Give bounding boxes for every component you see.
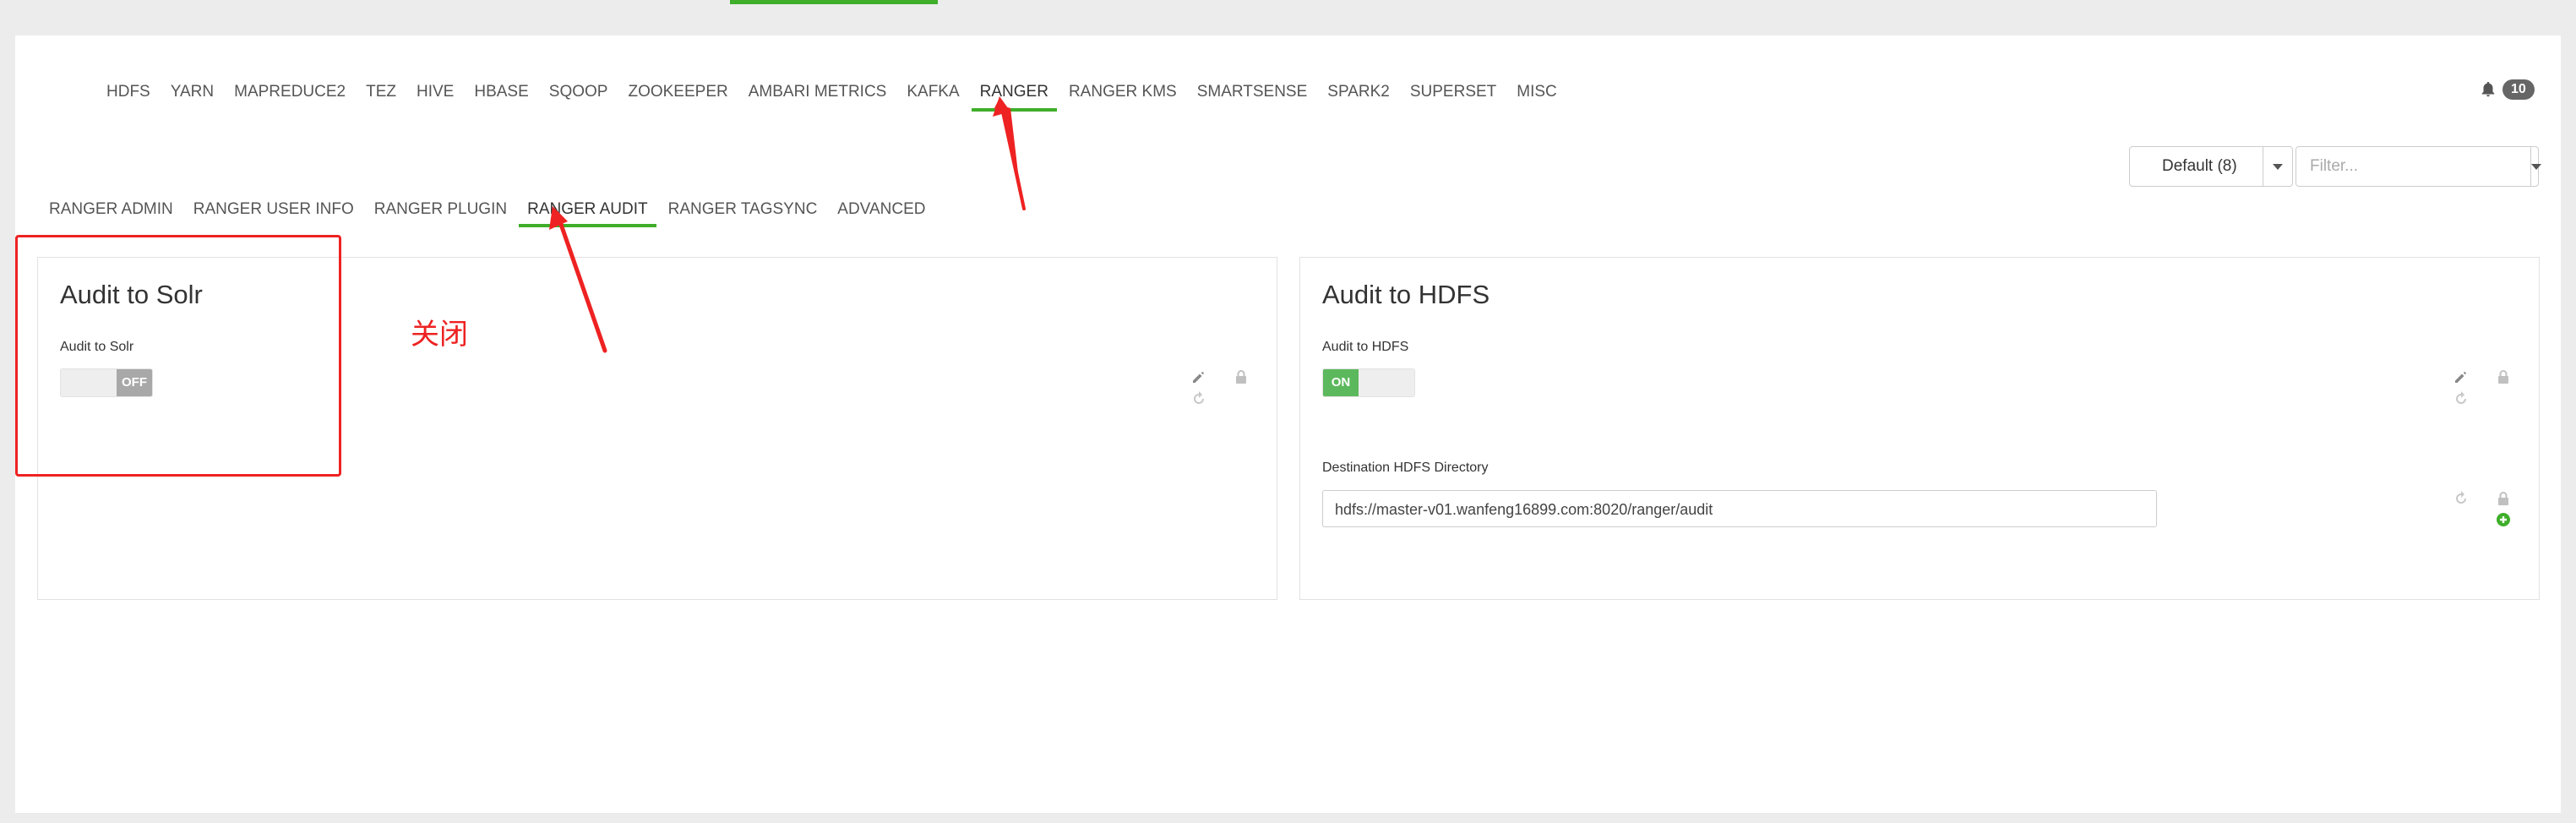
service-tab-sqoop[interactable]: SQOOP [539,78,618,106]
refresh-icon[interactable] [2453,390,2470,407]
service-tab-yarn[interactable]: YARN [161,78,224,106]
service-tab-superset[interactable]: SUPERSET [1400,78,1506,106]
notification-count-badge: 10 [2502,79,2535,100]
service-tab-hive[interactable]: HIVE [406,78,464,106]
destination-hdfs-directory-input[interactable]: hdfs://master-v01.wanfeng16899.com:8020/… [1322,490,2157,527]
lock-icon[interactable] [2495,490,2512,507]
lock-icon[interactable] [2495,368,2512,385]
config-group-dropdown[interactable]: Default (8) [2129,146,2293,187]
filter-input[interactable] [2296,147,2530,186]
annotation-text: 关闭 [411,318,468,352]
sub-tab-ranger-admin[interactable]: RANGER ADMIN [39,195,183,224]
field-label: Destination HDFS Directory [1322,461,1489,475]
service-tab-ambari-metrics[interactable]: AMBARI METRICS [738,78,897,106]
add-override-icon[interactable] [2495,511,2512,528]
audit-to-hdfs-panel: Audit to HDFS Audit to HDFS ON Destinati… [1299,257,2540,600]
panel-title: Audit to HDFS [1322,280,1490,309]
chevron-down-icon [2531,163,2541,170]
config-group-caret[interactable] [2263,147,2292,186]
audit-to-hdfs-toggle[interactable]: ON [1322,368,1415,397]
service-tab-ranger-kms[interactable]: RANGER KMS [1059,78,1187,106]
pencil-icon[interactable] [2453,368,2470,385]
top-accent-bar [730,0,938,4]
field-label: Audit to HDFS [1322,340,1409,354]
refresh-icon[interactable] [1190,390,1207,407]
notifications[interactable]: 10 [2479,79,2535,100]
chevron-down-icon [2272,163,2283,170]
sub-tab-advanced[interactable]: ADVANCED [827,195,935,224]
toggle-knob: ON [1323,369,1359,396]
sub-tab-ranger-user-info[interactable]: RANGER USER INFO [183,195,364,224]
config-group-label[interactable]: Default (8) [2130,147,2263,186]
refresh-icon[interactable] [2453,490,2470,507]
service-tab-hdfs[interactable]: HDFS [96,78,161,106]
service-tab-kafka[interactable]: KAFKA [896,78,969,106]
bell-icon [2481,81,2495,97]
sub-tab-ranger-audit[interactable]: RANGER AUDIT [517,195,658,227]
filter-caret[interactable] [2530,147,2541,186]
service-tab-misc[interactable]: MISC [1506,78,1567,106]
service-tab-ranger[interactable]: RANGER [970,78,1059,112]
lock-icon[interactable] [1233,368,1250,385]
sub-tab-ranger-plugin[interactable]: RANGER PLUGIN [364,195,517,224]
annotation-highlight-box [15,235,341,477]
filter-box [2296,146,2541,187]
sub-tab-ranger-tagsync[interactable]: RANGER TAGSYNC [658,195,828,224]
service-tab-hbase[interactable]: HBASE [464,78,538,106]
service-tab-spark2[interactable]: SPARK2 [1317,78,1400,106]
pencil-icon[interactable] [1190,368,1207,385]
sub-tabs: RANGER ADMIN RANGER USER INFO RANGER PLU… [39,195,935,227]
service-tab-zookeeper[interactable]: ZOOKEEPER [618,78,738,106]
service-tab-smartsense[interactable]: SMARTSENSE [1187,78,1318,106]
service-tabs: HDFS YARN MAPREDUCE2 TEZ HIVE HBASE SQOO… [96,78,1567,112]
service-tab-mapreduce2[interactable]: MAPREDUCE2 [224,78,356,106]
service-tab-tez[interactable]: TEZ [356,78,406,106]
